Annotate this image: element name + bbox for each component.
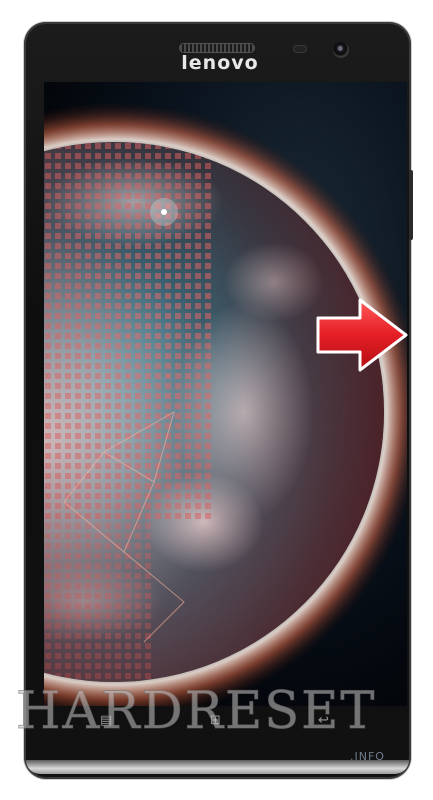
earpiece-speaker (180, 44, 254, 52)
proximity-sensor (294, 46, 306, 52)
watermark-sub: .INFO (350, 750, 385, 763)
watermark: HARDRESET (16, 682, 377, 742)
front-camera-icon (333, 42, 349, 58)
brand-logo: lenovo (181, 52, 259, 74)
product-image: lenovo ▤ ⊞ ↩ HARDRESET .INFO (0, 0, 433, 800)
arrow-right-icon (316, 298, 408, 372)
earth-wallpaper (44, 82, 407, 706)
phone-screen (44, 82, 407, 706)
power-button (409, 170, 413, 240)
